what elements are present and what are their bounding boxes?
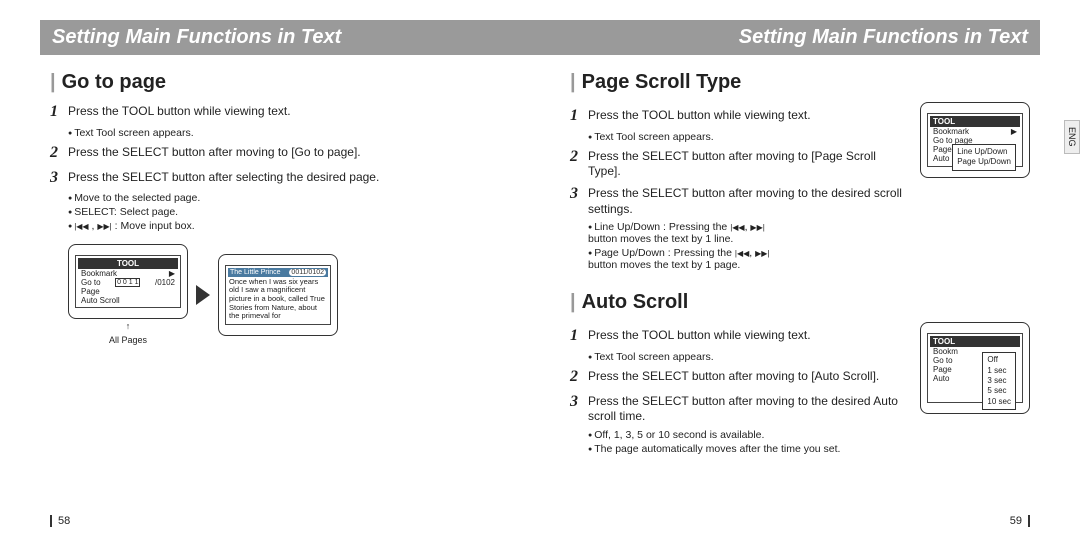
page-header-left: Setting Main Functions in Text	[40, 20, 540, 55]
text: ,	[92, 220, 95, 232]
step-sub: Page Up/Down : Pressing the , button mov…	[588, 247, 906, 271]
rewind-icon	[735, 247, 749, 259]
book-page-counter: 0011/0102	[289, 269, 326, 276]
page-header-right: Setting Main Functions in Text	[540, 20, 1040, 55]
rewind-icon	[74, 220, 88, 232]
book-body: Once when I was six years old I saw a ma…	[228, 277, 328, 322]
step-sub: SELECT: Select page.	[68, 206, 510, 218]
tool-header: TOOL	[78, 258, 178, 269]
figure-row: TOOL Bookmark▶ Go to 0 0 1 1 /0102 Page …	[68, 244, 510, 345]
step-number: 3	[50, 168, 68, 189]
step-text: Press the TOOL button while viewing text…	[588, 326, 811, 344]
step-text: Press the SELECT button after moving to …	[588, 367, 879, 385]
step-text: Press the SELECT button after selecting …	[68, 168, 379, 186]
auto-scroll-title: Auto Scroll	[582, 291, 689, 314]
forward-icon	[755, 247, 769, 259]
step-3: 3 Press the SELECT button after selectin…	[50, 168, 510, 189]
step-text: Press the TOOL button while viewing text…	[68, 102, 291, 120]
forward-icon	[97, 220, 111, 232]
device-mockup-tool: TOOL Bookmark▶ Go to 0 0 1 1 /0102 Page …	[68, 244, 188, 319]
step-1: 1 Press the TOOL button while viewing te…	[50, 102, 510, 123]
go-to-page-title: Go to page	[62, 71, 166, 94]
step-2: 2 Press the SELECT button after moving t…	[50, 143, 510, 164]
page-number-left: 58	[50, 515, 70, 527]
section-page-scroll: | Page Scroll Type	[570, 71, 1030, 94]
page-number-right: 59	[1010, 515, 1030, 527]
section-auto-scroll: | Auto Scroll	[570, 291, 1030, 314]
step-sub: Text Tool screen appears.	[588, 351, 906, 363]
step-text: Press the SELECT button after moving to …	[588, 184, 906, 217]
language-tab: ENG	[1064, 120, 1080, 154]
scroll-submenu: Line Up/Down Page Up/Down	[952, 144, 1016, 171]
title-bar-icon: |	[50, 71, 56, 94]
step-text: Press the TOOL button while viewing text…	[588, 106, 811, 124]
forward-icon	[750, 221, 764, 233]
auto-submenu: Off 1 sec 3 sec 5 sec 10 sec	[982, 352, 1016, 410]
step-sub: Text Tool screen appears.	[68, 127, 510, 139]
step-sub: , : Move input box.	[68, 220, 510, 232]
step-sub: Line Up/Down : Pressing the , button mov…	[588, 221, 906, 245]
arrow-right-icon	[196, 285, 210, 305]
step-sub: The page automatically moves after the t…	[588, 443, 906, 455]
device-mockup-scroll: TOOL Bookmark▶ Go to page Page Auto Line…	[920, 102, 1030, 178]
page-right: Setting Main Functions in Text | Page Sc…	[540, 0, 1080, 539]
section-go-to-page: | Go to page	[50, 71, 510, 94]
device-mockup-book: The Little Prince 0011/0102 Once when I …	[218, 254, 338, 336]
rewind-icon	[730, 221, 744, 233]
step-text: Press the SELECT button after moving to …	[588, 147, 906, 180]
step-text: Press the SELECT button after moving to …	[588, 392, 906, 425]
step-sub: Move to the selected page.	[68, 192, 510, 204]
step-number: 1	[50, 102, 68, 123]
step-number: 2	[50, 143, 68, 164]
page-scroll-title: Page Scroll Type	[582, 71, 742, 94]
step-sub: Text Tool screen appears.	[588, 131, 906, 143]
step-sub: Off, 1, 3, 5 or 10 second is available.	[588, 429, 906, 441]
book-title: The Little Prince	[230, 269, 281, 276]
title-bar-icon: |	[570, 291, 576, 314]
page-left: Setting Main Functions in Text | Go to p…	[0, 0, 540, 539]
device-mockup-auto: TOOL Bookm Go to Page Auto Off 1 sec 3 s…	[920, 322, 1030, 414]
text: : Move input box.	[115, 220, 195, 232]
step-text: Press the SELECT button after moving to …	[68, 143, 361, 161]
caption-all-pages: All Pages	[68, 335, 188, 345]
title-bar-icon: |	[570, 71, 576, 94]
